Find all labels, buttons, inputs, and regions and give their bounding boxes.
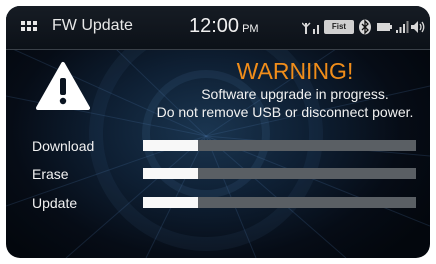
bluetooth-icon: [359, 19, 371, 35]
status-bar: FW Update 12:00 PM Fist: [6, 6, 430, 50]
volume-icon: [411, 21, 425, 33]
clock: 12:00 PM: [189, 15, 259, 38]
progress-fill-download: [143, 140, 198, 151]
grid-menu-icon[interactable]: [21, 21, 37, 33]
progress-bar-erase: [143, 168, 416, 179]
warning-message-line1: Software upgrade in progress.: [201, 86, 389, 102]
progress-label-update: Update: [32, 195, 78, 211]
progress-label-download: Download: [32, 138, 95, 154]
clock-ampm: PM: [242, 23, 259, 35]
warning-message-line2: Do not remove USB or disconnect power.: [156, 104, 414, 120]
screen-title: FW Update: [52, 17, 133, 34]
cell-signal-icon: [396, 21, 409, 33]
warning-title: WARNING!: [236, 58, 354, 84]
progress-bar-update: [143, 197, 416, 208]
update-screen: FW Update 12:00 PM Fist WARNING! Softwar…: [6, 6, 430, 258]
progress-fill-update: [143, 197, 198, 208]
antenna-signal-icon: [302, 22, 319, 34]
battery-icon: [377, 23, 392, 31]
clock-time: 12:00: [189, 15, 240, 37]
progress-fill-erase: [143, 168, 198, 179]
progress-bar-download: [143, 140, 416, 151]
progress-label-erase: Erase: [32, 166, 69, 182]
mode-badge: Fist: [324, 20, 354, 34]
warning-triangle-icon: [36, 62, 90, 110]
